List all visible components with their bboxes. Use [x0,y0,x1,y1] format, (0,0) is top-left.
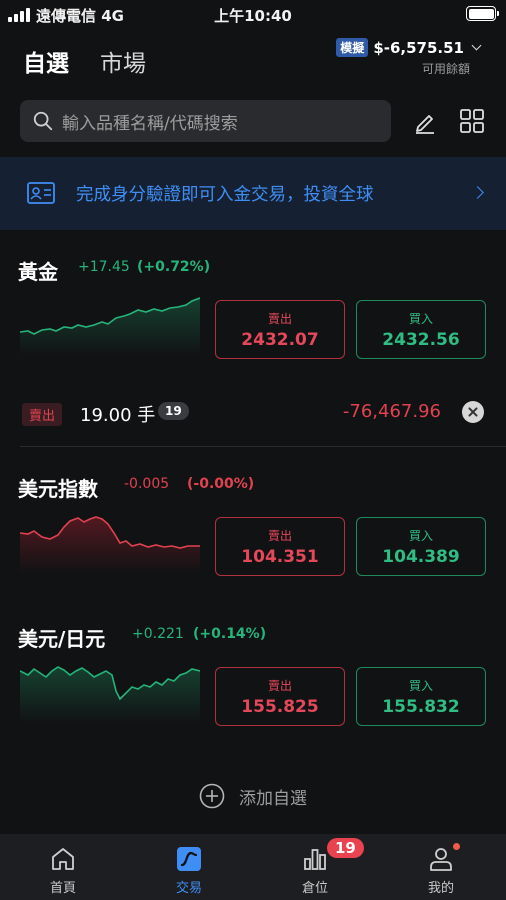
sparkline-chart [20,516,200,573]
buy-button[interactable]: 買入 2432.56 [356,300,486,359]
buy-button[interactable]: 買入 104.389 [356,517,486,576]
edit-icon[interactable] [412,108,438,134]
search-icon [33,111,53,131]
item-name: 美元/日元 [18,627,106,651]
add-watchlist-label: 添加自選 [239,788,307,809]
position-side-badge: 賣出 [22,403,63,426]
chevron-down-icon [471,40,482,51]
sell-button[interactable]: 賣出 2432.07 [215,300,345,359]
position-pnl: -76,467.96 [342,401,441,422]
item-change: -0.005 [124,476,170,492]
buy-price: 155.832 [382,697,460,717]
sell-label: 賣出 [267,529,292,543]
positions-count-badge: 19 [327,838,364,858]
buy-button[interactable]: 買入 155.832 [356,667,486,726]
position-count-badge: 19 [158,402,189,420]
grid-view-icon[interactable] [459,108,485,134]
verification-banner[interactable]: 完成身分驗證即可入金交易，投資全球 [0,157,506,230]
home-icon [52,848,74,870]
bar-chart-icon [304,849,326,870]
buy-label: 買入 [408,679,433,693]
sparkline-chart [20,666,200,723]
status-bar: 遠傳電信 4G 上午10:40 [0,0,506,30]
tab-me-label: 我的 [427,881,454,896]
sell-label: 賣出 [267,679,292,693]
bottom-tab-bar: 首頁 交易 倉位 我的 [0,834,506,900]
sell-button[interactable]: 賣出 155.825 [215,667,345,726]
item-change-pct: (-0.00%) [187,476,255,492]
buy-price: 104.389 [382,547,460,567]
search-placeholder: 輸入品種名稱/代碼搜索 [62,113,238,134]
watchlist-item-usdjpy[interactable]: 美元/日元 +0.221 (+0.14%) 賣出 155.825 買入 155.… [0,615,506,735]
sell-price: 104.351 [241,547,319,567]
sell-price: 155.825 [241,697,319,717]
plus-circle-icon [199,783,225,809]
search-input[interactable]: 輸入品種名稱/代碼搜索 [20,100,391,142]
item-name: 黃金 [18,260,58,284]
position-lots: 19.00 手 [80,405,156,426]
tab-watchlist[interactable]: 自選 [23,44,69,78]
tab-home[interactable]: 首頁 [0,834,126,900]
notification-dot [453,843,460,850]
clock: 上午10:40 [214,7,292,25]
tab-positions-label: 倉位 [301,881,328,896]
sell-label: 賣出 [267,312,292,326]
tab-market[interactable]: 市場 [100,44,146,78]
account-selector[interactable]: 模擬 $-6,575.51 可用餘額 [336,38,482,77]
tab-trade[interactable]: 交易 [126,834,252,900]
close-position-icon[interactable] [462,401,484,423]
trade-chart-icon [177,847,201,871]
item-change-pct: (+0.72%) [137,259,211,275]
position-row[interactable]: 賣出 19.00 手 19 -76,467.96 [0,396,506,432]
buy-price: 2432.56 [382,330,460,350]
watchlist-item-gold[interactable]: 黃金 +17.45 (+0.72%) 賣出 2432.07 買入 2432.56 [0,248,506,368]
battery-icon [466,6,499,21]
divider [20,446,506,447]
sparkline-chart [20,297,200,356]
sell-button[interactable]: 賣出 104.351 [215,517,345,576]
chevron-right-icon [471,186,484,199]
item-change: +17.45 [78,259,130,275]
sell-price: 2432.07 [241,330,319,350]
id-card-icon [27,182,55,204]
banner-text: 完成身分驗證即可入金交易，投資全球 [76,185,374,205]
item-name: 美元指數 [18,477,98,501]
buy-label: 買入 [408,312,433,326]
demo-mode-badge: 模擬 [336,38,369,57]
tab-me[interactable]: 我的 [378,834,504,900]
watchlist-item-usd-index[interactable]: 美元指數 -0.005 (-0.00%) 賣出 104.351 買入 104.3… [0,465,506,585]
tab-trade-label: 交易 [175,881,202,896]
user-icon [430,848,452,871]
buy-label: 買入 [408,529,433,543]
tab-home-label: 首頁 [49,881,76,896]
add-watchlist-button[interactable]: 添加自選 [0,780,506,812]
balance-label: 可用餘額 [421,62,470,76]
item-change-pct: (+0.14%) [193,626,267,642]
item-change: +0.221 [132,626,184,642]
account-balance: $-6,575.51 [373,38,464,57]
